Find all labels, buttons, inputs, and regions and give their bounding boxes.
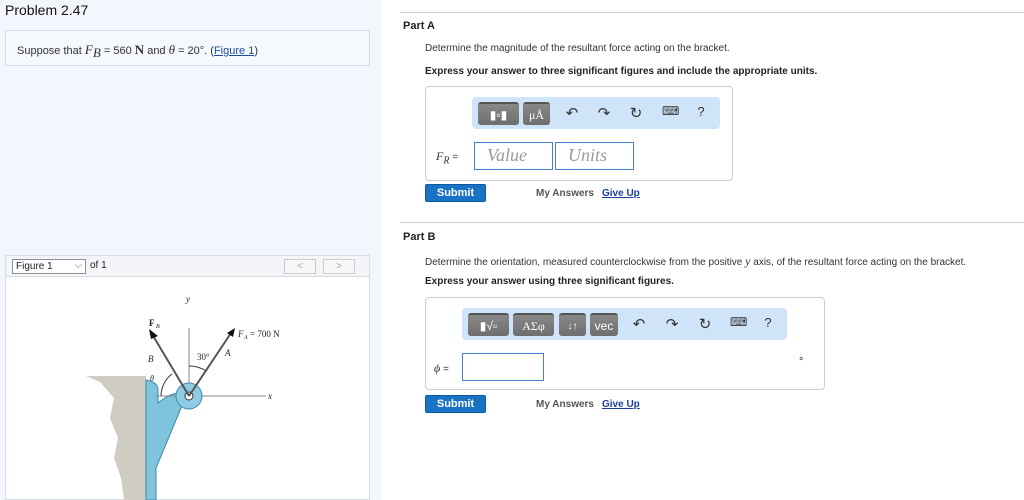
problem-panel: Problem 2.47 Suppose that FB = 560 N and… — [0, 0, 382, 500]
divider — [400, 222, 1024, 223]
part-a-answer-box: ▮▫▮ μÅ ↶ ↷ ↻ ⌨ ? FR = Value Units — [425, 86, 733, 181]
undo-icon[interactable]: ↶ — [564, 104, 580, 122]
keyboard-icon[interactable]: ⌨ — [730, 315, 747, 329]
problem-title: Problem 2.47 — [5, 2, 89, 18]
b-label: B — [148, 354, 154, 364]
answer-panel: Part A Determine the magnitude of the re… — [400, 0, 1024, 500]
part-b-give-up[interactable]: Give Up — [602, 399, 640, 410]
part-b-toolbar: ▮√▫ ΑΣφ ↓↑ vec ↶ ↷ ↻ ⌨ ? — [462, 308, 787, 340]
help-icon[interactable]: ? — [760, 315, 776, 330]
chevron-down-icon: ⌵ — [74, 260, 82, 271]
part-a-instruction: Express your answer to three significant… — [425, 66, 818, 77]
degree-unit: ° — [799, 356, 804, 368]
prev-figure-button[interactable]: < — [284, 259, 316, 274]
figure-toolbar: Figure 1 ⌵ of 1 < > — [6, 256, 369, 277]
problem-statement: Suppose that FB = 560 N and θ = 20°. (Fi… — [5, 30, 370, 66]
fb-value: = 560 — [100, 45, 135, 57]
sort-button[interactable]: ↓↑ — [559, 313, 586, 336]
part-a-question: Determine the magnitude of the resultant… — [425, 43, 730, 54]
reset-icon[interactable]: ↻ — [628, 104, 644, 122]
part-a-my-answers[interactable]: My Answers — [536, 188, 594, 199]
unit-n: N — [134, 42, 145, 57]
angle-input[interactable] — [462, 353, 544, 381]
value-input[interactable]: Value — [474, 142, 553, 170]
units-button[interactable]: μÅ — [523, 102, 550, 125]
question-text: Determine the orientation, measured coun… — [425, 257, 746, 268]
units-input[interactable]: Units — [555, 142, 634, 170]
part-b-answer-box: ▮√▫ ΑΣφ ↓↑ vec ↶ ↷ ↻ ⌨ ? ϕ = ° — [425, 297, 825, 390]
angle-arc-theta — [160, 373, 173, 397]
keyboard-icon[interactable]: ⌨ — [662, 104, 679, 118]
part-a-title: Part A — [403, 20, 435, 32]
part-b-instruction: Express your answer using three signific… — [425, 276, 674, 287]
figure-select[interactable]: Figure 1 ⌵ — [12, 259, 86, 274]
part-b-title: Part B — [403, 231, 436, 243]
part-b-submit-button[interactable]: Submit — [425, 395, 486, 413]
question-text: axis, of the resultant force acting on t… — [750, 257, 967, 268]
greek-button[interactable]: ΑΣφ — [513, 313, 554, 336]
theta-value: = 20°. ( — [175, 45, 214, 57]
fb-sub-label: B — [156, 324, 160, 330]
part-a-give-up[interactable]: Give Up — [602, 188, 640, 199]
figure-panel: Figure 1 ⌵ of 1 < > y x F B F A = 700 N … — [5, 255, 370, 500]
part-a-submit-button[interactable]: Submit — [425, 184, 486, 202]
equals: = — [449, 152, 459, 163]
bracket-diagram: y x F B F A = 700 N B A 30° θ — [86, 294, 280, 500]
fa-sub-label: A — [243, 335, 248, 341]
equals: = — [440, 364, 449, 375]
theta-label: θ — [150, 374, 154, 383]
part-b-my-answers[interactable]: My Answers — [536, 399, 594, 410]
fb-symbol: F — [84, 42, 93, 57]
x-label: x — [267, 391, 272, 401]
statement-text: Suppose that — [17, 45, 85, 57]
next-figure-button[interactable]: > — [323, 259, 355, 274]
divider — [400, 12, 1024, 13]
templates-button[interactable]: ▮√▫ — [468, 313, 509, 336]
angle-arc-30 — [188, 365, 207, 372]
figure-select-value: Figure 1 — [16, 261, 53, 272]
fa-label: F — [237, 329, 244, 339]
y-label: y — [185, 294, 190, 304]
help-icon[interactable]: ? — [693, 104, 709, 119]
and-text: and — [144, 45, 169, 57]
vector-button[interactable]: vec — [590, 313, 618, 336]
undo-icon[interactable]: ↶ — [631, 315, 647, 333]
fb-label: F — [149, 318, 155, 328]
part-a-toolbar: ▮▫▮ μÅ ↶ ↷ ↻ ⌨ ? — [472, 97, 720, 129]
fr-label: FR = — [436, 149, 458, 166]
cable-a — [188, 332, 232, 397]
wall — [86, 376, 146, 500]
angle-30-label: 30° — [197, 352, 210, 362]
fa-value: = 700 N — [250, 329, 280, 339]
fb-arrowhead — [149, 329, 158, 339]
part-b-question: Determine the orientation, measured coun… — [425, 254, 966, 269]
a-label: A — [224, 348, 231, 358]
phi-label: ϕ = — [434, 361, 449, 376]
redo-icon[interactable]: ↷ — [596, 104, 612, 122]
fb-subscript: B — [92, 45, 101, 61]
reset-icon[interactable]: ↻ — [697, 315, 713, 333]
figure-link[interactable]: Figure 1 — [214, 45, 254, 57]
paren-close: ) — [254, 45, 258, 57]
figure-count: of 1 — [90, 260, 107, 271]
redo-icon[interactable]: ↷ — [664, 315, 680, 333]
templates-button[interactable]: ▮▫▮ — [478, 102, 519, 125]
